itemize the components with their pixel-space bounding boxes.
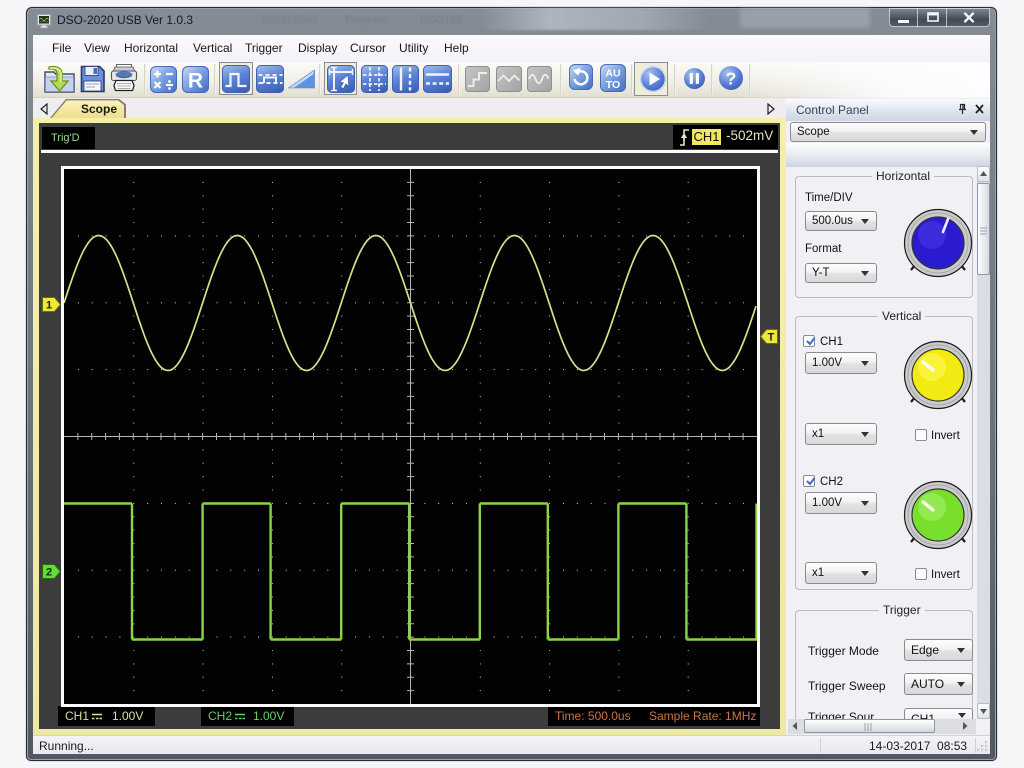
svg-text:R: R <box>188 70 203 93</box>
svg-text:?: ? <box>726 69 737 89</box>
svg-text:2: 2 <box>46 566 52 578</box>
svg-text:AU: AU <box>605 68 620 80</box>
svg-text:TO: TO <box>606 79 620 91</box>
svg-text:1: 1 <box>46 300 52 312</box>
svg-text:T: T <box>768 332 775 344</box>
